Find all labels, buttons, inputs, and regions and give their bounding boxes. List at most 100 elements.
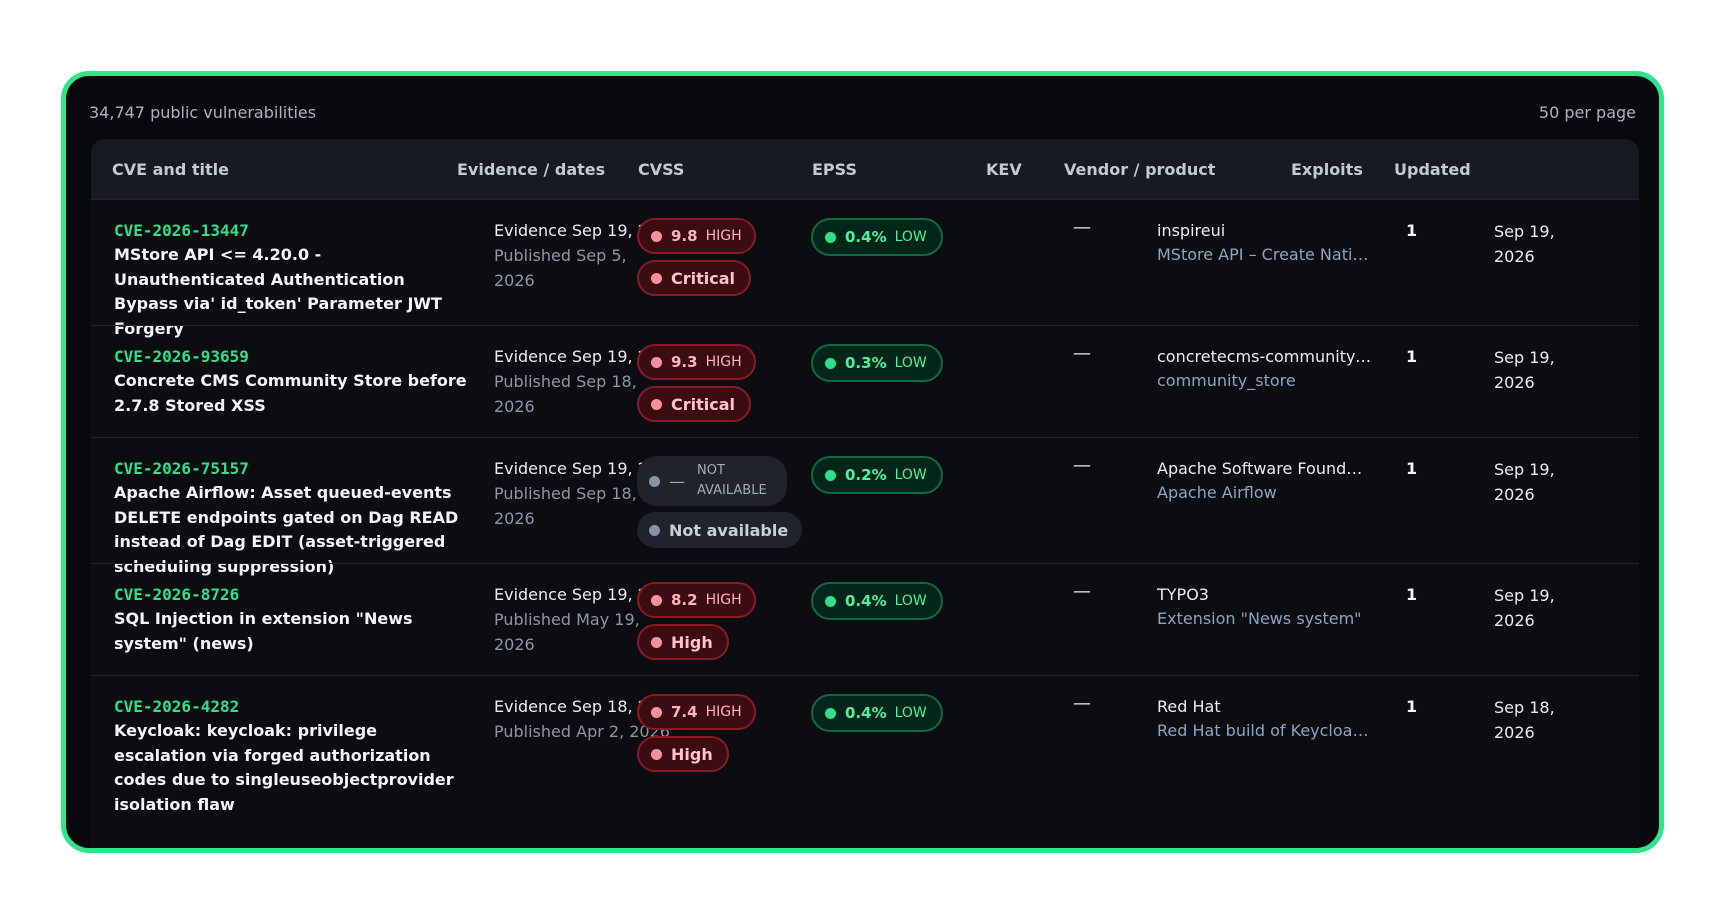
- table-row[interactable]: CVE-2026-75157 Apache Airflow: Asset queu…: [91, 437, 1639, 576]
- cvss-rating-label: HIGH: [705, 592, 742, 608]
- exploits-count: 1: [1406, 459, 1418, 478]
- table-row[interactable]: CVE-2026-4282 Keycloak: keycloak: privile…: [91, 675, 1639, 814]
- cvss-score-badge: 9.8 HIGH: [637, 218, 756, 254]
- cvss-score-badge: — NOT AVAILABLE: [637, 456, 787, 506]
- cvss-score: —: [669, 471, 685, 491]
- updated-date: Sep 19, 2026: [1494, 460, 1555, 504]
- cvss-score-badge: 9.3 HIGH: [637, 344, 756, 380]
- product-name[interactable]: Red Hat build of Keycloak …: [1157, 721, 1372, 740]
- cvss-rating-label: HIGH: [705, 354, 742, 370]
- updated-date: Sep 19, 2026: [1494, 348, 1555, 392]
- vendor-name[interactable]: TYPO3: [1157, 585, 1372, 604]
- product-name[interactable]: Apache Airflow: [1157, 483, 1372, 502]
- severity-label: Critical: [671, 268, 736, 288]
- table-header: CVE and title Evidence / dates CVSS EPSS…: [91, 139, 1639, 199]
- exploits-count: 1: [1406, 221, 1418, 240]
- severity-dot-icon: [651, 356, 662, 368]
- vendor-name[interactable]: inspireui: [1157, 221, 1372, 240]
- severity-label: High: [671, 744, 713, 764]
- cve-title[interactable]: Concrete CMS Community Store before 2.7.…: [114, 369, 474, 418]
- header-updated[interactable]: Updated: [1394, 160, 1471, 179]
- cve-id-link[interactable]: CVE-2026-8726: [114, 585, 239, 604]
- vendor-name[interactable]: Apache Software Foundat…: [1157, 459, 1372, 478]
- severity-dot-icon: [651, 594, 662, 606]
- epss-value: 0.2%: [845, 466, 887, 484]
- epss-badge: 0.4% LOW: [811, 218, 943, 256]
- header-epss[interactable]: EPSS: [812, 160, 857, 179]
- updated-date: Sep 19, 2026: [1494, 222, 1555, 266]
- kev-status: —: [1073, 581, 1091, 602]
- epss-label: LOW: [894, 593, 927, 609]
- cvss-score-badge: 8.2 HIGH: [637, 582, 756, 618]
- exploits-count: 1: [1406, 585, 1418, 604]
- severity-label: Critical: [671, 394, 736, 414]
- cve-id-link[interactable]: CVE-2026-13447: [114, 221, 249, 240]
- cvss-score-badge: 7.4 HIGH: [637, 694, 756, 730]
- severity-dot-icon: [651, 272, 662, 284]
- severity-dot-icon: [651, 748, 662, 760]
- epss-value: 0.4%: [845, 704, 887, 722]
- epss-dot-icon: [825, 595, 836, 607]
- epss-dot-icon: [825, 707, 836, 719]
- updated-date: Sep 18, 2026: [1494, 698, 1555, 742]
- severity-badge: High: [637, 736, 729, 772]
- severity-dot-icon: [651, 230, 662, 242]
- product-name[interactable]: community_store: [1157, 371, 1372, 390]
- vendor-name[interactable]: concretecms-community-s…: [1157, 347, 1372, 366]
- severity-badge: Not available: [637, 512, 803, 548]
- epss-badge: 0.3% LOW: [811, 344, 943, 382]
- cve-title[interactable]: SQL Injection in extension "News system"…: [114, 607, 474, 656]
- severity-badge: Critical: [637, 386, 752, 422]
- updated-date: Sep 19, 2026: [1494, 586, 1555, 630]
- cve-id-link[interactable]: CVE-2026-4282: [114, 697, 239, 716]
- vendor-name[interactable]: Red Hat: [1157, 697, 1372, 716]
- epss-label: LOW: [894, 705, 927, 721]
- vulnerability-count: 34,747 public vulnerabilities: [89, 102, 317, 122]
- epss-value: 0.4%: [845, 228, 887, 246]
- exploits-count: 1: [1406, 347, 1418, 366]
- table-summary-bar: 34,747 public vulnerabilities 50 per pag…: [89, 98, 1636, 126]
- kev-status: —: [1073, 693, 1091, 714]
- epss-label: LOW: [894, 355, 927, 371]
- severity-dot-icon: [651, 398, 662, 410]
- kev-status: —: [1073, 343, 1091, 364]
- severity-badge: High: [637, 624, 729, 660]
- epss-dot-icon: [825, 469, 836, 481]
- per-page-selector[interactable]: 50 per page: [1539, 103, 1636, 122]
- cvss-score: 9.3: [671, 353, 698, 371]
- exploits-count: 1: [1406, 697, 1418, 716]
- cve-id-link[interactable]: CVE-2026-93659: [114, 347, 249, 366]
- severity-label: High: [671, 632, 713, 652]
- kev-status: —: [1073, 455, 1091, 476]
- cvss-rating-label: HIGH: [705, 228, 742, 244]
- header-evidence-dates[interactable]: Evidence / dates: [457, 160, 605, 179]
- epss-label: LOW: [894, 229, 927, 245]
- epss-label: LOW: [894, 467, 927, 483]
- product-name[interactable]: MStore API – Create Nativ…: [1157, 245, 1372, 264]
- cve-title[interactable]: Keycloak: keycloak: privilege escalation…: [114, 719, 474, 817]
- header-kev[interactable]: KEV: [986, 160, 1022, 179]
- header-cve-title[interactable]: CVE and title: [112, 160, 229, 179]
- epss-badge: 0.4% LOW: [811, 694, 943, 732]
- severity-dot-icon: [651, 706, 662, 718]
- epss-badge: 0.4% LOW: [811, 582, 943, 620]
- product-name[interactable]: Extension "News system": [1157, 609, 1372, 628]
- cvss-rating-label: NOT AVAILABLE: [697, 463, 767, 498]
- cve-id-link[interactable]: CVE-2026-75157: [114, 459, 249, 478]
- table-row[interactable]: CVE-2026-13447 MStore API <= 4.20.0 - Una…: [91, 199, 1639, 338]
- header-cvss[interactable]: CVSS: [638, 160, 684, 179]
- epss-dot-icon: [825, 357, 836, 369]
- status-dot-icon: [649, 524, 660, 536]
- header-vendor-product[interactable]: Vendor / product: [1064, 160, 1215, 179]
- cvss-score: 7.4: [671, 703, 698, 721]
- header-exploits[interactable]: Exploits: [1291, 160, 1363, 179]
- epss-badge: 0.2% LOW: [811, 456, 943, 494]
- cvss-score: 8.2: [671, 591, 698, 609]
- vulnerabilities-panel: 34,747 public vulnerabilities 50 per pag…: [61, 71, 1664, 853]
- severity-label: Not available: [669, 520, 789, 540]
- epss-value: 0.4%: [845, 592, 887, 610]
- kev-status: —: [1073, 217, 1091, 238]
- cvss-score: 9.8: [671, 227, 698, 245]
- table-row[interactable]: CVE-2026-93659 Concrete CMS Community Sto…: [91, 325, 1639, 438]
- table-row[interactable]: CVE-2026-8726 SQL Injection in extension …: [91, 563, 1639, 676]
